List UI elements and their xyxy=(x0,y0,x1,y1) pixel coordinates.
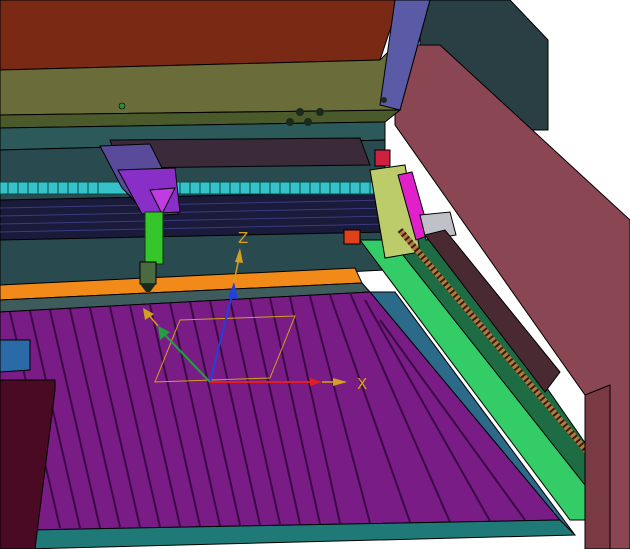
red-clamp xyxy=(343,229,361,245)
hinge-screw xyxy=(381,97,387,103)
left-block-top xyxy=(0,339,31,373)
lid-screw xyxy=(118,102,126,110)
gantry-beam xyxy=(0,191,391,241)
triad-z-label: Z xyxy=(238,229,248,247)
x-ball-screw xyxy=(0,181,386,195)
laser-nozzle[interactable] xyxy=(144,211,164,265)
cad-viewport[interactable]: X Z xyxy=(0,0,630,549)
red-clamp-top xyxy=(374,149,391,167)
laser-nozzle-tip xyxy=(139,261,157,285)
triad-x-label: X xyxy=(357,375,367,393)
enclosure-right-edge xyxy=(584,384,611,549)
lid-interior xyxy=(0,0,401,71)
